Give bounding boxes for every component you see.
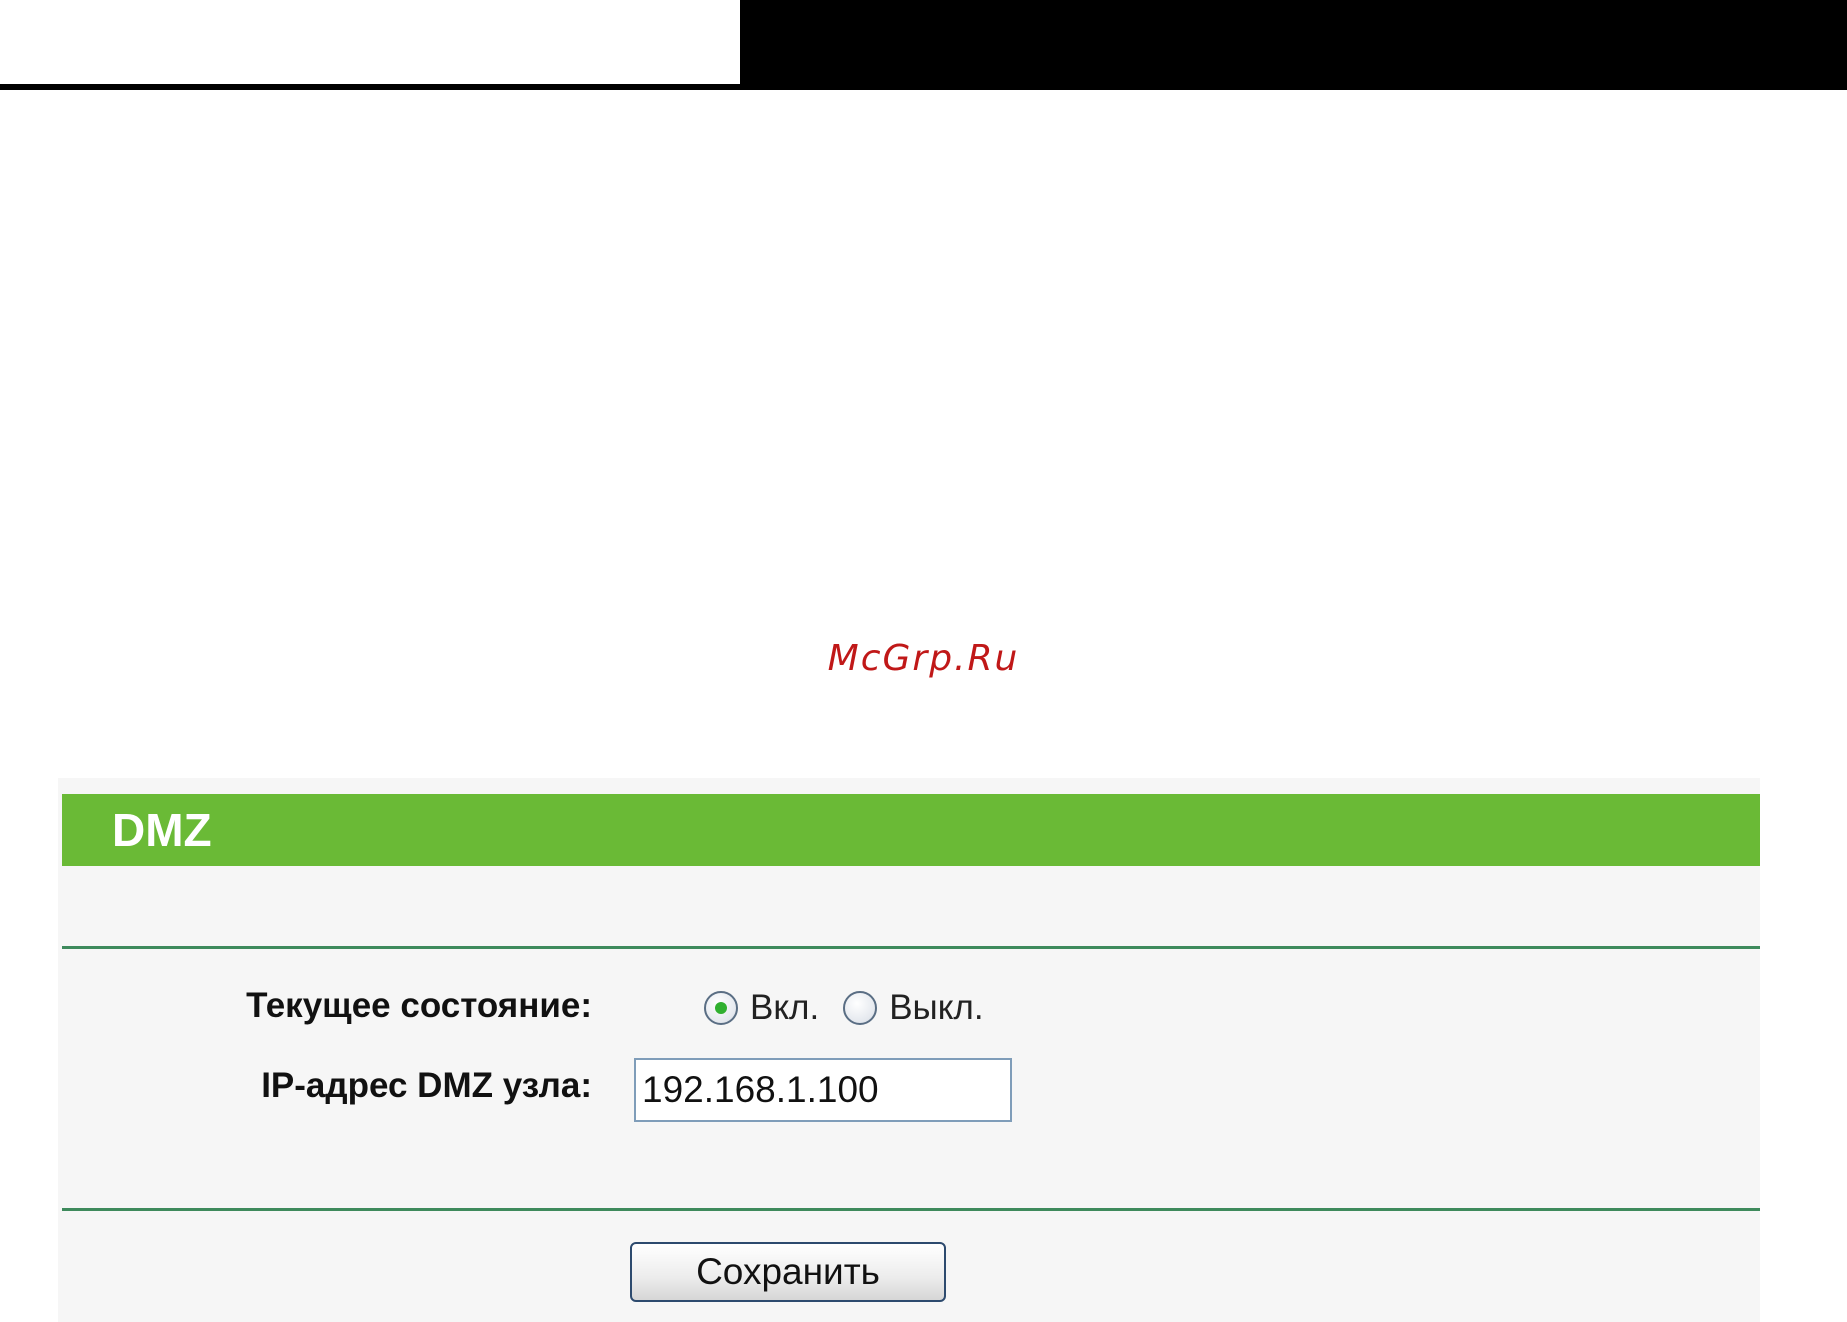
dmz-ip-input[interactable] [634, 1058, 1012, 1122]
radio-selected-dot [715, 1002, 727, 1014]
radio-off-label[interactable]: Выкл. [889, 988, 983, 1028]
dmz-panel: DMZ Текущее состояние: Вкл. Выкл. IP-адр… [58, 778, 1760, 1322]
divider-top [62, 946, 1760, 949]
panel-header: DMZ [62, 794, 1760, 866]
status-radio-group: Вкл. Выкл. [704, 988, 1008, 1028]
radio-on-label[interactable]: Вкл. [750, 988, 819, 1028]
save-button[interactable]: Сохранить [630, 1242, 946, 1302]
radio-off[interactable] [843, 991, 878, 1025]
panel-title: DMZ [112, 804, 212, 856]
watermark: McGrp.Ru [827, 638, 1020, 679]
radio-on[interactable] [704, 991, 738, 1025]
divider-bottom [62, 1208, 1760, 1211]
header-rule [0, 84, 745, 90]
status-label: Текущее состояние: [246, 986, 592, 1025]
header-bar [740, 0, 1847, 90]
page: McGrp.Ru DMZ Текущее состояние: Вкл. Вык… [0, 0, 1847, 1322]
ip-label: IP-адрес DMZ узла: [261, 1066, 592, 1105]
